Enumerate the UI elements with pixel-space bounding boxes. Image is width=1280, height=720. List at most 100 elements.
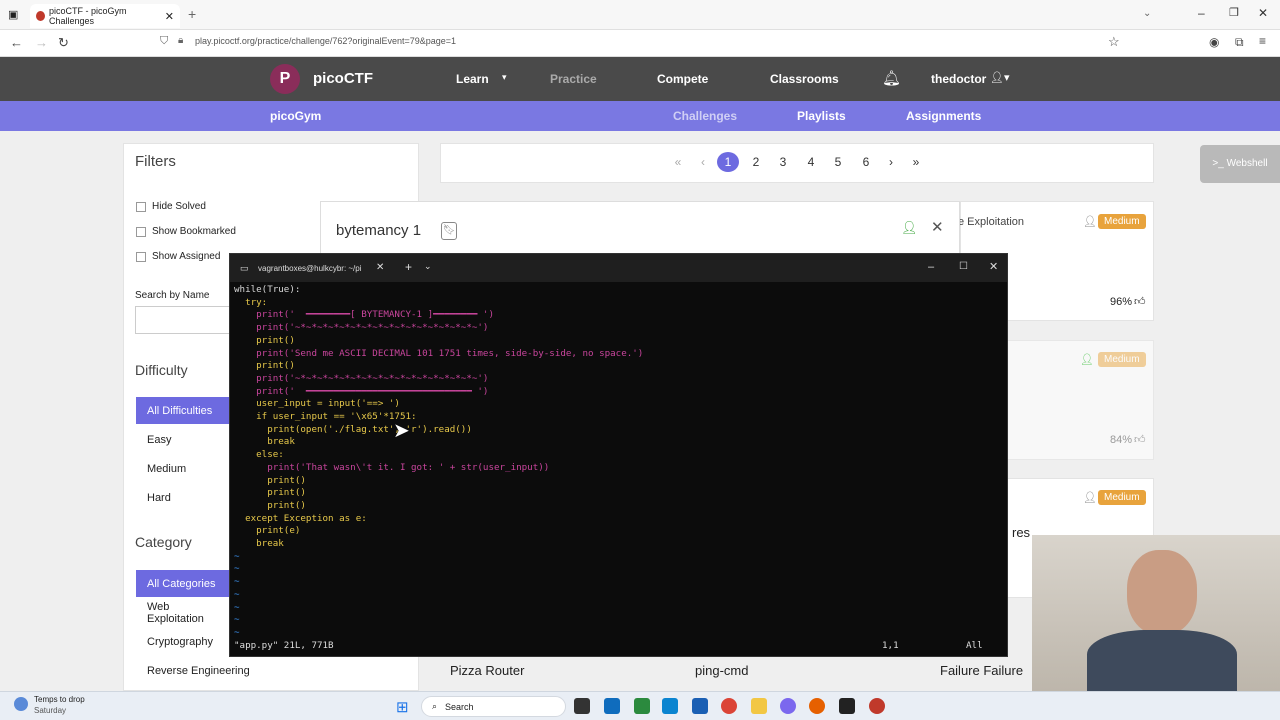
minimize-terminal-icon[interactable]: – [928,261,934,273]
task-view-icon[interactable] [574,698,590,714]
weather-icon[interactable] [14,697,28,711]
page-5[interactable]: 5 [827,152,849,172]
app-icon[interactable] [780,698,796,714]
page-first[interactable]: « [667,152,689,172]
search-input[interactable] [135,306,230,334]
extensions-icon[interactable]: ⧉ [1235,35,1244,50]
terminal-taskbar-icon[interactable] [839,698,855,714]
webshell-button[interactable]: >_ Webshell [1200,145,1280,183]
page-2[interactable]: 2 [745,152,767,172]
terminal-icon: ▭ [240,263,249,273]
close-window-icon[interactable]: ✕ [1258,6,1268,20]
category-web-exploitation[interactable]: Web Exploitation [136,599,229,626]
terminal-tab-title[interactable]: vagrantboxes@hulkcybr: ~/pi [258,264,362,273]
store-icon[interactable] [692,698,708,714]
maximize-terminal-icon[interactable]: ☐ [959,261,968,272]
page-next[interactable]: › [880,152,902,172]
browser-tab[interactable]: picoCTF - picoGym Challenges ✕ [30,4,180,28]
new-tab-icon[interactable]: + [188,6,196,22]
file-explorer-icon[interactable] [751,698,767,714]
weather-subtext: Saturday [34,706,67,715]
forward-icon[interactable]: → [35,35,48,50]
user-icon[interactable]: 👤︎▾ [990,71,1010,84]
reload-icon[interactable]: ↻ [58,35,69,51]
checkbox[interactable] [136,201,146,212]
code-line: print('~*~*~*~*~*~*~*~*~*~*~*~*~*~*~*~*~… [234,322,489,334]
back-icon[interactable]: ← [10,35,23,50]
code-line: user_input = input('==> ') [234,398,400,410]
card-title[interactable]: ping-cmd [695,663,748,678]
bookmark-icon[interactable]: 🔖︎ [441,222,457,240]
card-title[interactable]: Pizza Router [450,663,524,678]
new-terminal-tab-icon[interactable]: + [405,260,412,274]
terminal-window[interactable]: ▭ vagrantboxes@hulkcybr: ~/pi ✕ + ⌄ – ☐ … [229,253,1008,657]
tab-actions-icon[interactable]: ▣ [8,8,18,21]
nav-user[interactable]: thedoctor [931,72,986,86]
category-all[interactable]: All Categories [136,570,229,597]
windows-start-icon[interactable]: ⊞ [396,698,409,716]
category-cryptography[interactable]: Cryptography [136,628,229,655]
subnav-assignments[interactable]: Assignments [906,109,981,123]
brand-name[interactable]: picoCTF [313,70,373,87]
maximize-window-icon[interactable]: ❐ [1229,6,1239,19]
page-3[interactable]: 3 [772,152,794,172]
difficulty-all[interactable]: All Difficulties [136,397,229,424]
subnav-playlists[interactable]: Playlists [797,109,846,123]
close-terminal-tab-icon[interactable]: ✕ [376,262,384,273]
picogym-brand[interactable]: picoGym [270,109,321,123]
card-title[interactable]: Failure Failure [940,663,1023,678]
nav-compete[interactable]: Compete [657,72,708,86]
code-line: except Exception as e: [234,512,367,524]
edge-icon[interactable] [662,698,678,714]
nav-learn[interactable]: Learn [456,72,489,86]
subnav-challenges[interactable]: Challenges [673,109,737,123]
code-line: print(' ━━━━━━━━[ BYTEMANCY-1 ]━━━━━━━━ … [234,309,494,321]
url-text[interactable]: play.picoctf.org/practice/challenge/762?… [195,36,456,46]
account-icon[interactable]: ◉ [1209,35,1219,49]
code-line: ~ [234,576,240,588]
category-reverse-engineering[interactable]: Reverse Engineering [136,657,256,684]
app-icon[interactable] [634,698,650,714]
close-modal-icon[interactable]: ✕ [931,218,944,236]
code-line: else: [234,449,284,461]
app-icon[interactable] [869,698,885,714]
nav-practice[interactable]: Practice [550,72,597,86]
lock-icon[interactable]: 🔒︎ [178,35,183,46]
chrome-icon[interactable] [721,698,737,714]
page-1[interactable]: 1 [717,152,739,172]
code-line: print() [234,360,295,372]
page-prev[interactable]: ‹ [692,152,714,172]
bookmark-star-icon[interactable]: ☆ [1108,34,1120,50]
checkbox[interactable] [136,226,146,237]
firefox-icon[interactable] [809,698,825,714]
code-line: print() [234,474,306,486]
page-last[interactable]: » [905,152,927,172]
bell-icon[interactable]: 🔔︎ [882,69,901,87]
minimize-window-icon[interactable]: – [1198,6,1205,20]
difficulty-hard[interactable]: Hard [136,484,229,511]
chevron-down-icon[interactable]: ⌄ [424,261,432,272]
difficulty-medium[interactable]: Medium [136,455,229,482]
thumbs-up-icon: 👍︎ [1134,296,1146,308]
filter-show-assigned[interactable]: Show Assigned [136,251,220,262]
nav-classrooms[interactable]: Classrooms [770,72,839,86]
shield-icon[interactable]: ⛉ [160,35,168,48]
code-editor[interactable]: while(True): try: print(' ━━━━━━━━[ BYTE… [234,284,643,640]
filter-hide-solved[interactable]: Hide Solved [136,201,206,212]
difficulty-easy[interactable]: Easy [136,426,229,453]
checkbox[interactable] [136,251,146,262]
outlook-icon[interactable] [604,698,620,714]
page-6[interactable]: 6 [855,152,877,172]
code-line: print(open('./flag.txt', 'r').read()) [234,423,472,435]
close-tab-icon[interactable]: ✕ [165,10,174,23]
filter-show-bookmarked[interactable]: Show Bookmarked [136,226,236,237]
tab-list-icon[interactable]: ⌄ [1143,8,1151,19]
code-line: print(e) [234,525,301,537]
weather-text[interactable]: Temps to drop [34,695,85,704]
menu-icon[interactable]: ≡ [1259,34,1266,48]
taskbar-search[interactable]: ⌕ Search [421,696,566,717]
search-icon: ⌕ [432,701,438,711]
picoctf-logo-icon[interactable]: P [270,64,300,94]
page-4[interactable]: 4 [800,152,822,172]
close-terminal-icon[interactable]: ✕ [989,260,998,273]
